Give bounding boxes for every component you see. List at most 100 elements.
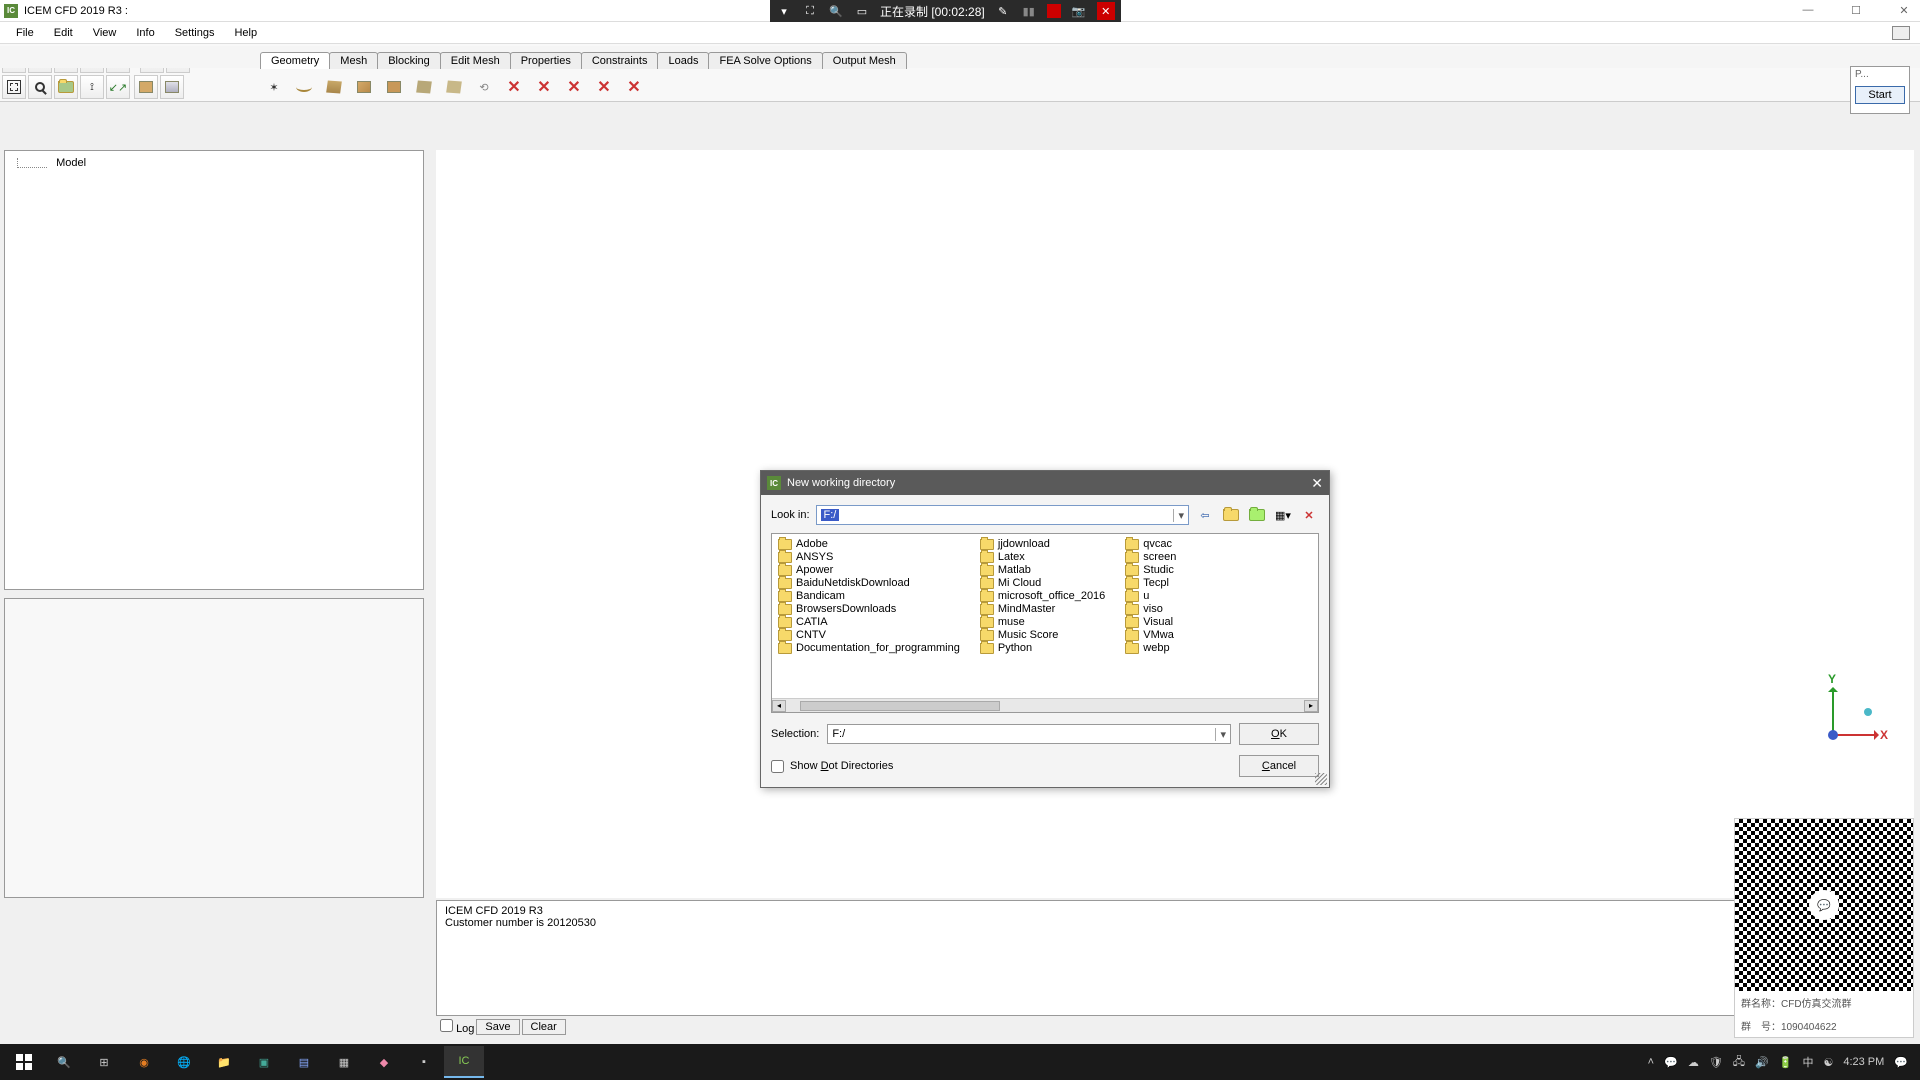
magnify-icon[interactable]: 🔍 (828, 3, 844, 19)
folder-item[interactable]: Studic (1123, 564, 1178, 576)
zoom-button[interactable] (28, 75, 52, 99)
folder-item[interactable]: Apower (776, 564, 962, 576)
repair-geometry-button[interactable] (410, 74, 438, 100)
start-menu-button[interactable] (4, 1046, 44, 1078)
pause-icon[interactable]: ▮▮ (1021, 3, 1037, 19)
create-curve-button[interactable] (290, 74, 318, 100)
model-tree[interactable]: Model (4, 150, 424, 590)
folder-item[interactable]: MindMaster (978, 603, 1107, 615)
folder-item[interactable]: BaiduNetdiskDownload (776, 577, 962, 589)
measure-button[interactable]: ⟟ (80, 75, 104, 99)
folder-item[interactable]: screen (1123, 551, 1178, 563)
folder-item[interactable]: Music Score (978, 629, 1107, 641)
file-list[interactable]: AdobeANSYSApowerBaiduNetdiskDownloadBand… (771, 533, 1319, 713)
tray-onedrive-icon[interactable]: ☁ (1688, 1056, 1699, 1069)
scroll-thumb[interactable] (800, 701, 1000, 711)
folder-item[interactable]: muse (978, 616, 1107, 628)
folder-item[interactable]: webp (1123, 642, 1178, 654)
folder-item[interactable]: Visual (1123, 616, 1178, 628)
wireframe-button[interactable] (134, 75, 158, 99)
ime-indicator[interactable]: 中 (1802, 1054, 1813, 1070)
minimize-button[interactable]: — (1796, 0, 1820, 20)
tab-properties[interactable]: Properties (510, 52, 582, 69)
lookin-combo[interactable]: F:/ ▾ (816, 505, 1189, 525)
crop-icon[interactable]: ▭ (854, 3, 870, 19)
folder-item[interactable]: Tecpl (1123, 577, 1178, 589)
tab-geometry[interactable]: Geometry (260, 52, 330, 69)
menu-view[interactable]: View (83, 25, 127, 41)
taskbar-app[interactable]: ▤ (284, 1046, 324, 1078)
tab-loads[interactable]: Loads (657, 52, 709, 69)
start-button[interactable]: Start (1855, 86, 1905, 104)
folder-item[interactable]: Documentation_for_programming (776, 642, 962, 654)
create-body-button[interactable] (350, 74, 378, 100)
folder-item[interactable]: ANSYS (776, 551, 962, 563)
folder-item[interactable]: microsoft_office_2016 (978, 590, 1107, 602)
tray-network-icon[interactable]: 🖧 (1733, 1053, 1745, 1072)
tab-edit-mesh[interactable]: Edit Mesh (440, 52, 511, 69)
create-surface-button[interactable] (320, 74, 348, 100)
new-folder-button[interactable] (1247, 506, 1267, 524)
taskbar-app[interactable]: ▦ (324, 1046, 364, 1078)
folder-item[interactable]: qvcac (1123, 538, 1178, 550)
chevron-down-icon[interactable]: ▾ (1215, 728, 1226, 741)
tray-wechat-icon[interactable]: 💬 (1664, 1056, 1678, 1069)
expand-icon[interactable]: ⛶ (802, 3, 818, 19)
menu-help[interactable]: Help (224, 25, 267, 41)
taskbar-icem[interactable]: IC (444, 1046, 484, 1078)
chevron-down-icon[interactable]: ▾ (1173, 509, 1184, 522)
folder-item[interactable]: Latex (978, 551, 1107, 563)
scroll-left-icon[interactable]: ◂ (772, 700, 786, 712)
notifications-button[interactable]: 💬 (1894, 1056, 1908, 1069)
log-clear-button[interactable]: Clear (522, 1019, 566, 1035)
create-point-button[interactable]: ✶ (260, 74, 288, 100)
back-button[interactable]: ⇦ (1195, 506, 1215, 524)
folder-item[interactable]: Adobe (776, 538, 962, 550)
folder-item[interactable]: jjdownload (978, 538, 1107, 550)
dialog-close-button[interactable]: ✕ (1311, 475, 1323, 492)
stop-record-icon[interactable] (1047, 4, 1061, 18)
scroll-right-icon[interactable]: ▸ (1304, 700, 1318, 712)
delete-any-button[interactable]: ✕ (620, 74, 648, 100)
folder-item[interactable]: Mi Cloud (978, 577, 1107, 589)
chevron-down-icon[interactable]: ▾ (776, 3, 792, 19)
restore-dormant-button[interactable]: ⟲ (470, 74, 498, 100)
taskbar-terminal[interactable]: ▪ (404, 1046, 444, 1078)
menu-edit[interactable]: Edit (44, 25, 83, 41)
create-faceted-button[interactable] (380, 74, 408, 100)
show-dot-checkbox[interactable] (771, 760, 784, 773)
up-folder-button[interactable] (1221, 506, 1241, 524)
folder-item[interactable]: u (1123, 590, 1178, 602)
tray-security-icon[interactable]: 🛡 (1709, 1056, 1723, 1069)
view3-button[interactable] (54, 75, 78, 99)
log-save-button[interactable]: Save (476, 1019, 519, 1035)
folder-item[interactable]: Matlab (978, 564, 1107, 576)
taskbar-chrome[interactable]: 🌐 (164, 1046, 204, 1078)
folder-item[interactable]: viso (1123, 603, 1178, 615)
dialog-title-bar[interactable]: IC New working directory ✕ (761, 471, 1329, 495)
delete-curve-button[interactable]: ✕ (530, 74, 558, 100)
tab-blocking[interactable]: Blocking (377, 52, 441, 69)
tab-output-mesh[interactable]: Output Mesh (822, 52, 907, 69)
tray-battery-icon[interactable]: 🔋 (1779, 1056, 1793, 1069)
tray-volume-icon[interactable]: 🔊 (1755, 1056, 1769, 1069)
close-recorder-icon[interactable]: ✕ (1097, 2, 1115, 20)
horizontal-scrollbar[interactable]: ◂ ▸ (772, 698, 1318, 712)
ime-mode-icon[interactable]: ☯ (1823, 1056, 1833, 1069)
log-checkbox-label[interactable]: Log (440, 1019, 474, 1035)
maximize-button[interactable]: ☐ (1844, 0, 1868, 20)
log-text-area[interactable]: ICEM CFD 2019 R3 Customer number is 2012… (436, 900, 1740, 1016)
resize-grip-icon[interactable] (1315, 773, 1327, 785)
camera-icon[interactable]: 📷 (1071, 3, 1087, 19)
delete-surface-button[interactable]: ✕ (560, 74, 588, 100)
menu-info[interactable]: Info (126, 25, 164, 41)
delete-point-button[interactable]: ✕ (500, 74, 528, 100)
selection-combo[interactable]: F:/ ▾ (827, 724, 1231, 744)
folder-item[interactable]: Bandicam (776, 590, 962, 602)
pencil-icon[interactable]: ✎ (995, 3, 1011, 19)
transform-geometry-button[interactable] (440, 74, 468, 100)
delete-button[interactable]: ✕ (1299, 506, 1319, 524)
cancel-button[interactable]: Cancel (1239, 755, 1319, 777)
tab-mesh[interactable]: Mesh (329, 52, 378, 69)
taskbar-app[interactable]: ◆ (364, 1046, 404, 1078)
